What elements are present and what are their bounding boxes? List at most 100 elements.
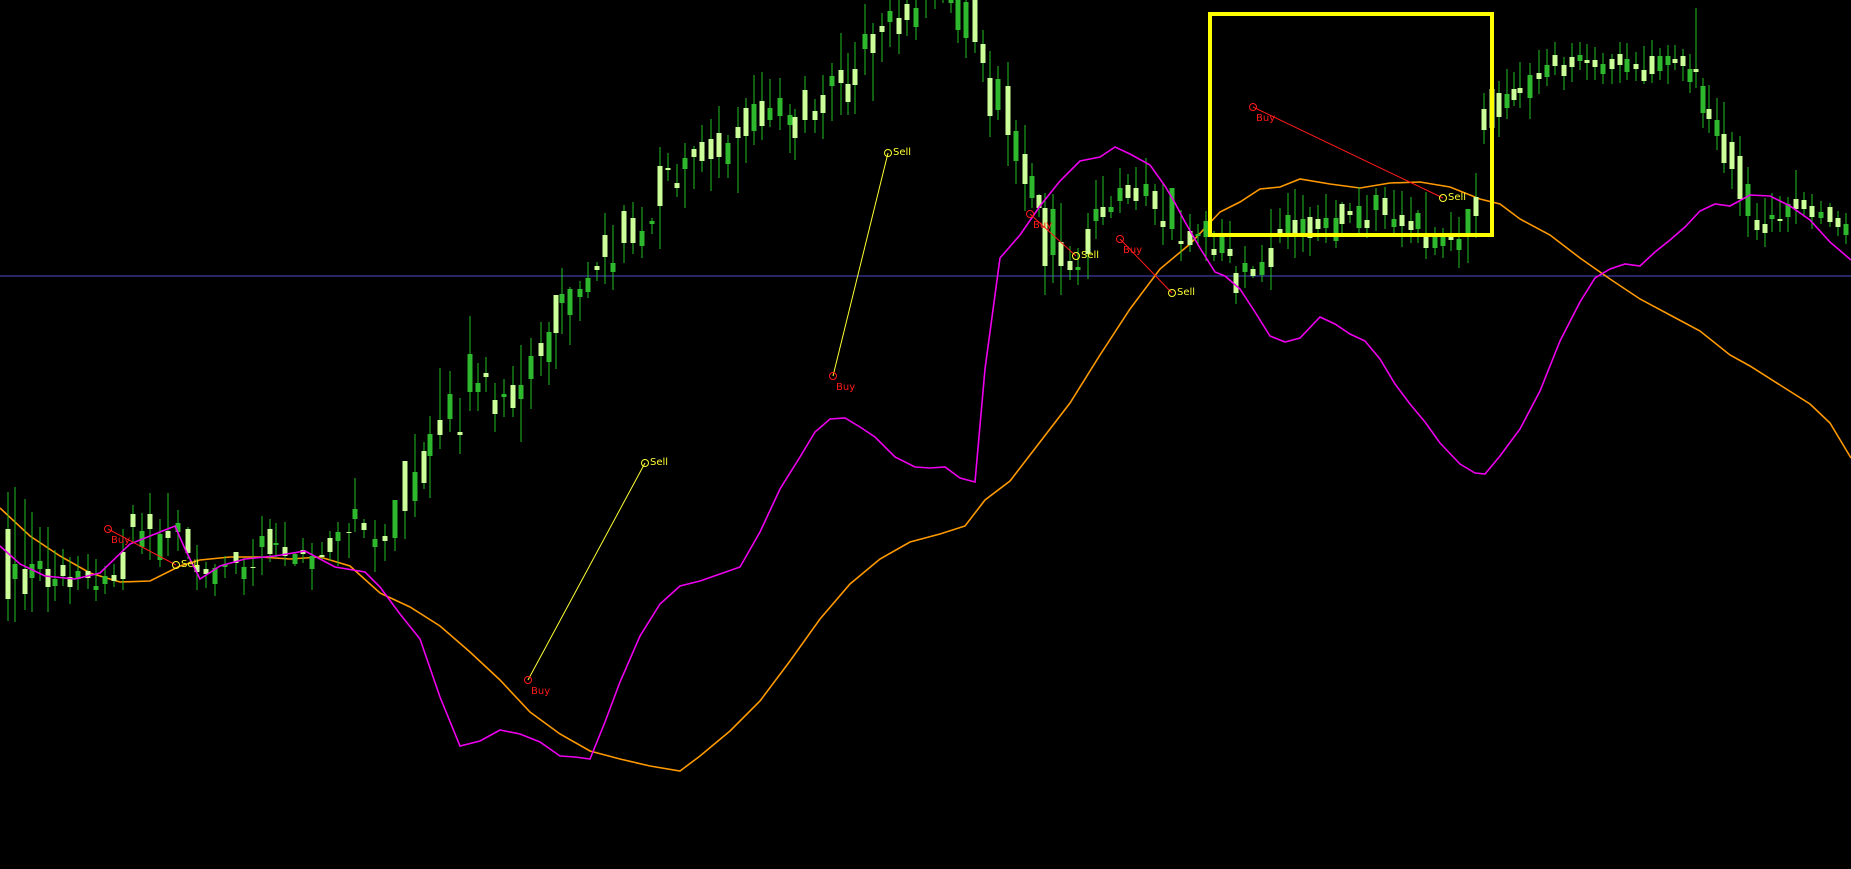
candle-body xyxy=(1680,56,1686,66)
candle-body xyxy=(852,69,858,85)
candle-body xyxy=(674,183,680,188)
candle-body xyxy=(553,295,559,333)
price-chart: Buy Sell Buy Sell Buy Sell Buy Sell Buy Sell Buy Se… xyxy=(0,0,1851,869)
sell-label: Sell xyxy=(1177,287,1195,298)
candle-body xyxy=(862,34,868,49)
candle-body xyxy=(510,385,516,408)
candle-body xyxy=(528,356,534,379)
candle-body xyxy=(1058,242,1064,266)
candle-body xyxy=(392,500,398,538)
candle-body xyxy=(250,567,256,568)
candle-body xyxy=(665,168,671,170)
candle-body xyxy=(1609,59,1615,69)
candle-body xyxy=(5,529,11,599)
candle-body xyxy=(657,166,663,206)
candle-body xyxy=(483,373,489,377)
candle-body xyxy=(1649,56,1655,74)
candle-body xyxy=(1323,218,1329,228)
candle-body xyxy=(412,472,418,501)
candle-body xyxy=(1250,269,1256,276)
candle-body xyxy=(1067,261,1073,270)
candle-body xyxy=(1801,200,1807,209)
candle-body xyxy=(1339,204,1345,224)
candle-body xyxy=(475,383,481,392)
candle-body xyxy=(585,278,591,292)
candle-body xyxy=(829,76,835,86)
sell-label: Sell xyxy=(1448,192,1466,203)
candle-body xyxy=(716,133,722,157)
candle-body xyxy=(327,538,333,552)
candle-body xyxy=(382,536,388,541)
candle-body xyxy=(1373,195,1379,210)
candle-body xyxy=(1292,220,1298,235)
candle-body xyxy=(165,531,171,538)
candle-body xyxy=(1617,54,1623,65)
sell-label: Sell xyxy=(1081,250,1099,261)
candle-body xyxy=(1693,69,1699,72)
candle-body xyxy=(887,11,893,22)
candle-body xyxy=(1093,209,1099,221)
candle-body xyxy=(963,2,969,38)
candle-body xyxy=(1285,215,1291,236)
candle-body xyxy=(60,565,66,576)
buy-label: Buy xyxy=(531,686,550,697)
candle-body xyxy=(1511,89,1517,100)
candle-body xyxy=(1013,131,1019,161)
candle-body xyxy=(1561,65,1567,76)
candle-body xyxy=(1641,70,1647,81)
candle-body xyxy=(577,289,583,297)
sell-label: Sell xyxy=(893,147,911,158)
candle-body xyxy=(1042,208,1048,266)
candle-body xyxy=(1456,239,1462,250)
candle-body xyxy=(1657,56,1663,71)
candle-body xyxy=(1029,176,1035,198)
candle-body xyxy=(292,554,298,564)
candle-body xyxy=(1809,206,1815,217)
candle-body xyxy=(1552,55,1558,66)
candle-body xyxy=(319,555,325,557)
candle-body xyxy=(1600,64,1606,74)
candle-body xyxy=(457,432,463,435)
candle-body xyxy=(896,18,902,34)
candle-body xyxy=(1160,221,1166,227)
candle-body xyxy=(1408,221,1414,230)
sell-label: Sell xyxy=(181,559,199,570)
candle-body xyxy=(1195,234,1201,236)
candle-body xyxy=(1496,93,1502,117)
candle-body xyxy=(594,266,600,270)
buy-label: Buy xyxy=(836,382,855,393)
candle-body xyxy=(743,108,749,136)
candle-body xyxy=(787,115,793,125)
candle-body xyxy=(1211,249,1217,255)
candle-body xyxy=(111,575,117,581)
candle-body xyxy=(1259,262,1265,275)
candle-body xyxy=(1584,60,1590,63)
candle-body xyxy=(725,143,731,164)
candle-body xyxy=(1737,156,1743,199)
candle-body xyxy=(1333,218,1339,241)
candle-body xyxy=(751,104,757,131)
candle-body xyxy=(845,84,851,102)
candle-body xyxy=(610,263,616,272)
candle-body xyxy=(1005,86,1011,135)
candle-body xyxy=(1391,219,1397,227)
candle-body xyxy=(1504,94,1510,108)
candle-body xyxy=(621,211,627,243)
candle-body xyxy=(1117,188,1123,201)
buy-label: Buy xyxy=(1033,220,1052,231)
candle-body xyxy=(273,543,279,545)
candle-body xyxy=(52,579,58,586)
candle-body xyxy=(1022,154,1028,184)
candle-body xyxy=(1423,236,1429,248)
candle-body xyxy=(1527,75,1533,98)
candle-body xyxy=(1700,86,1706,113)
candle-body xyxy=(630,218,636,243)
candle-body xyxy=(955,0,961,30)
candle-body xyxy=(1793,199,1799,209)
candle-body xyxy=(1687,69,1693,82)
candle-body xyxy=(402,461,408,511)
candle-body xyxy=(699,142,705,161)
candle-body xyxy=(45,569,51,587)
candle-body xyxy=(120,552,126,579)
chart-background xyxy=(0,0,1851,869)
